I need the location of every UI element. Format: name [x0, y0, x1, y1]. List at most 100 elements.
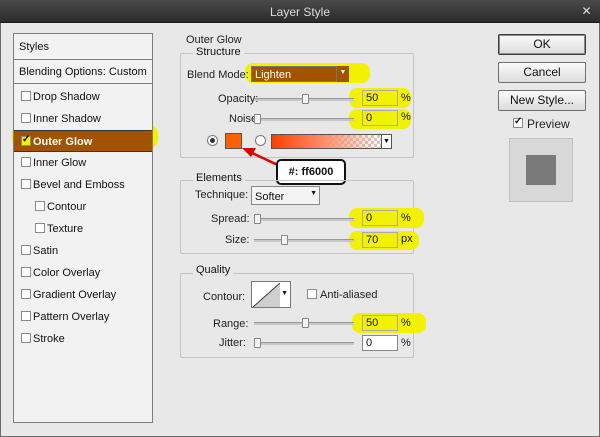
size-slider[interactable]: [254, 239, 354, 242]
sidebar-item-contour[interactable]: Contour: [14, 196, 152, 218]
range-label: Range:: [213, 318, 249, 330]
checkmark-icon: ✓: [514, 116, 523, 127]
noise-slider[interactable]: [254, 118, 354, 121]
range-unit: %: [401, 317, 411, 329]
sidebar-item-checkbox[interactable]: [21, 267, 31, 277]
blending-options-item[interactable]: Blending Options: Custom: [14, 60, 152, 84]
preview-checkbox[interactable]: ✓: [513, 116, 523, 128]
sidebar-item-checkbox[interactable]: [21, 91, 31, 101]
preview-square: [526, 155, 556, 185]
sidebar-item-checkbox[interactable]: [21, 311, 31, 321]
sidebar-item-checkbox[interactable]: [35, 223, 45, 233]
sidebar-item-label: Color Overlay: [33, 267, 101, 279]
sidebar-item-label: Drop Shadow: [33, 91, 100, 103]
chevron-down-icon: ▼: [281, 290, 288, 297]
styles-header[interactable]: Styles: [14, 34, 152, 60]
sidebar-item-label: Inner Glow: [33, 157, 87, 169]
sidebar-item-label: Gradient Overlay: [33, 289, 117, 301]
sidebar-item-label: Satin: [33, 245, 59, 257]
title-bar: Layer Style ✕: [0, 0, 600, 23]
sidebar-item-inner-shadow[interactable]: Inner Shadow: [14, 108, 152, 130]
opacity-slider-thumb[interactable]: [302, 94, 309, 104]
structure-title: Structure: [193, 46, 244, 58]
sidebar-item-checkbox[interactable]: [21, 179, 31, 189]
new-style-button[interactable]: New Style...: [498, 90, 586, 111]
radio-dot-icon: [210, 138, 215, 143]
checkmark-icon: ✓: [22, 134, 31, 145]
size-input[interactable]: 70: [362, 232, 398, 248]
sidebar-item-label: Texture: [47, 223, 84, 235]
sidebar-item-pattern-overlay[interactable]: Pattern Overlay: [14, 306, 152, 328]
ok-button[interactable]: OK: [498, 34, 586, 55]
preview-label: Preview: [527, 117, 570, 131]
sidebar-item-label: Pattern Overlay: [33, 311, 110, 323]
sidebar-item-checkbox[interactable]: [35, 201, 45, 211]
sidebar-item-drop-shadow[interactable]: Drop Shadow: [14, 86, 152, 108]
jitter-input[interactable]: 0: [362, 335, 398, 351]
range-slider-thumb[interactable]: [302, 318, 309, 328]
jitter-label: Jitter:: [219, 337, 246, 349]
blend-mode-value: Lighten: [255, 69, 292, 81]
quality-title: Quality: [193, 264, 234, 276]
jitter-slider[interactable]: [254, 342, 354, 345]
sidebar-item-checkbox[interactable]: [21, 157, 31, 167]
sidebar-item-checkbox[interactable]: [21, 289, 31, 299]
size-unit: px: [401, 233, 413, 245]
sidebar-item-satin[interactable]: Satin: [14, 240, 152, 262]
size-label: Size:: [225, 234, 250, 246]
sidebar-item-checkbox[interactable]: [21, 113, 31, 123]
sidebar-item-stroke[interactable]: Stroke: [14, 328, 152, 350]
sidebar-item-label: Stroke: [33, 333, 65, 345]
sidebar-item-bevel-and-emboss[interactable]: Bevel and Emboss: [14, 174, 152, 196]
contour-picker[interactable]: ▼: [251, 281, 291, 308]
technique-select[interactable]: Softer ▼: [251, 186, 320, 205]
noise-input[interactable]: 0: [362, 110, 398, 126]
blend-mode-label: Blend Mode:: [187, 69, 249, 81]
sidebar-item-label: Bevel and Emboss: [33, 179, 125, 191]
sidebar-item-outer-glow[interactable]: ✓ Outer Glow: [14, 130, 152, 152]
size-slider-thumb[interactable]: [281, 235, 288, 245]
elements-title: Elements: [193, 172, 245, 184]
noise-unit: %: [401, 111, 411, 123]
window-title: Layer Style: [269, 5, 331, 19]
spread-input[interactable]: 0: [362, 210, 398, 226]
sidebar-item-checkbox[interactable]: ✓: [21, 134, 31, 146]
contour-curve-icon: [253, 283, 280, 307]
sidebar-item-label: Outer Glow: [33, 136, 93, 148]
sidebar-item-gradient-overlay[interactable]: Gradient Overlay: [14, 284, 152, 306]
sidebar-item-checkbox[interactable]: [21, 245, 31, 255]
chevron-down-icon: ▼: [310, 190, 317, 197]
gradient-picker[interactable]: [271, 134, 382, 149]
opacity-input[interactable]: 50: [362, 90, 398, 106]
solid-color-radio[interactable]: [207, 135, 218, 146]
anti-aliased-checkbox[interactable]: [307, 289, 317, 299]
sidebar-item-texture[interactable]: Texture: [14, 218, 152, 240]
cancel-button[interactable]: Cancel: [498, 62, 586, 83]
sidebar-item-color-overlay[interactable]: Color Overlay: [14, 262, 152, 284]
outer-glow-title: Outer Glow: [186, 34, 242, 46]
spread-slider[interactable]: [254, 218, 354, 221]
range-input[interactable]: 50: [362, 315, 398, 331]
spread-label: Spread:: [211, 213, 250, 225]
contour-label: Contour:: [203, 291, 246, 303]
sidebar-item-label: Inner Shadow: [33, 113, 101, 125]
jitter-slider-thumb[interactable]: [254, 338, 261, 348]
sidebar-item-checkbox[interactable]: [21, 333, 31, 343]
sidebar-item-label: Contour: [47, 201, 87, 213]
opacity-label: Opacity:: [218, 93, 259, 105]
styles-list: Styles Blending Options: Custom Drop Sha…: [13, 33, 153, 423]
anti-aliased-label: Anti-aliased: [320, 289, 378, 301]
gradient-dropdown-icon[interactable]: ▼: [381, 134, 392, 149]
spread-unit: %: [401, 212, 411, 224]
sidebar-item-inner-glow[interactable]: Inner Glow: [14, 152, 152, 174]
noise-slider-thumb[interactable]: [254, 114, 261, 124]
preview-thumbnail: [509, 138, 573, 202]
spread-slider-thumb[interactable]: [254, 214, 261, 224]
technique-value: Softer: [255, 191, 285, 203]
blend-mode-select[interactable]: Lighten ▼: [251, 66, 349, 82]
jitter-unit: %: [401, 337, 411, 349]
close-icon[interactable]: ✕: [579, 4, 594, 18]
chevron-down-icon: ▼: [336, 66, 349, 82]
opacity-unit: %: [401, 92, 411, 104]
technique-label: Technique:: [195, 189, 249, 201]
